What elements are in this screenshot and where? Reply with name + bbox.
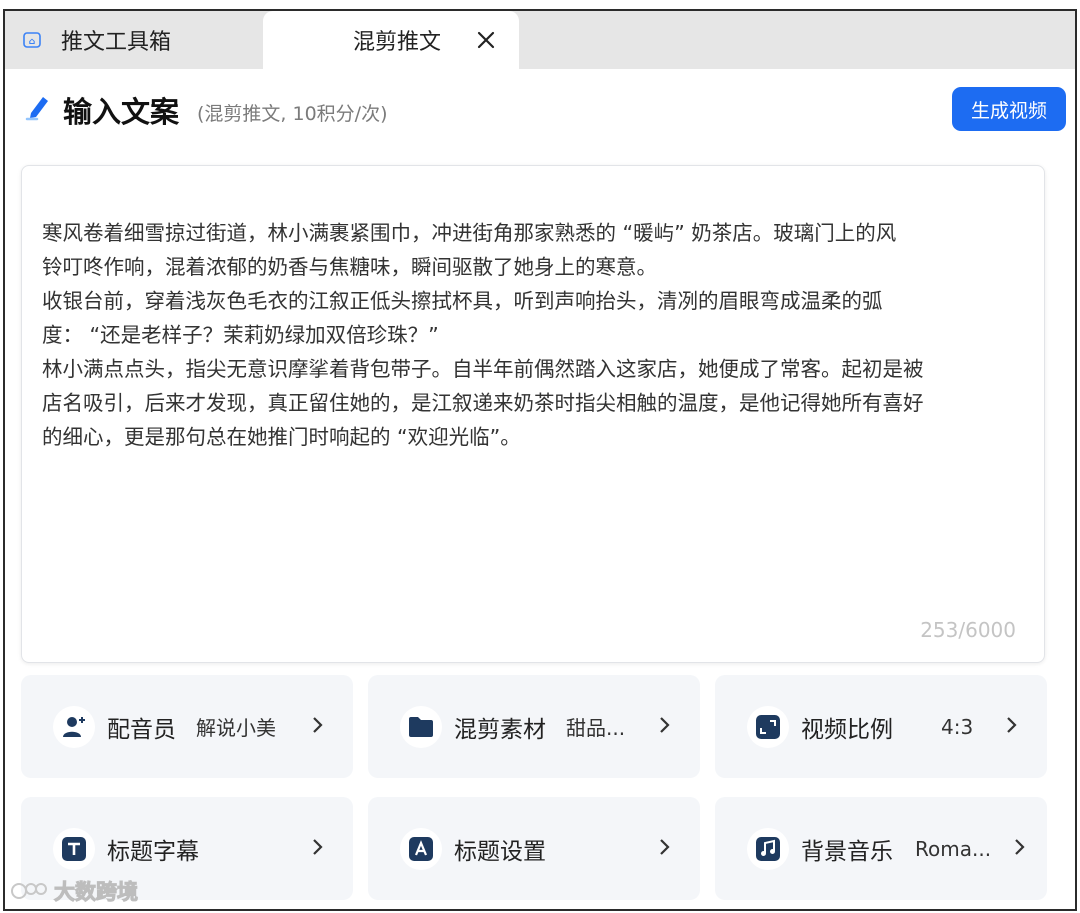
- setting-value: Roma...: [915, 836, 992, 861]
- title-settings-icon: [400, 827, 442, 870]
- char-counter: 253/6000: [920, 618, 1016, 642]
- header: 输入文案 (混剪推文, 10积分/次) 生成视频: [5, 69, 1075, 159]
- setting-value: 甜品...: [566, 716, 626, 740]
- setting-mix-material[interactable]: 混剪素材 甜品...: [368, 675, 700, 778]
- watermark-logo-icon: [11, 883, 47, 899]
- copy-text-content[interactable]: 寒风卷着细雪掠过街道，林小满裹紧围巾，冲进街角那家熟悉的 “暖屿” 奶茶店。玻璃…: [42, 216, 1032, 454]
- watermark-text: 大数跨境: [54, 880, 139, 905]
- chevron-right-icon: [311, 835, 325, 859]
- chevron-right-icon: [1013, 835, 1027, 859]
- setting-aspect-ratio[interactable]: 视频比例 4:3: [715, 675, 1047, 778]
- music-icon: [747, 827, 789, 870]
- folder-icon: [400, 705, 442, 748]
- subtitle-icon: [53, 827, 95, 870]
- page-subtitle: (混剪推文, 10积分/次): [197, 103, 388, 125]
- setting-label: 视频比例: [801, 716, 893, 743]
- watermark: 大数跨境: [10, 876, 139, 906]
- pencil-icon: [25, 93, 51, 121]
- tab-toolbox-label: 推文工具箱: [61, 30, 172, 55]
- tab-mix-push[interactable]: 混剪推文: [263, 11, 519, 69]
- voice-actor-icon: [53, 705, 95, 748]
- tool-icon: ⌂: [23, 31, 41, 49]
- tab-mix-push-label: 混剪推文: [352, 30, 441, 55]
- svg-text:⌂: ⌂: [29, 37, 36, 47]
- setting-label: 混剪素材: [454, 716, 546, 743]
- chevron-right-icon: [311, 713, 325, 737]
- chevron-right-icon: [1005, 713, 1019, 737]
- chevron-right-icon: [658, 835, 672, 859]
- setting-label: 标题字幕: [107, 838, 199, 865]
- setting-value: 解说小美: [196, 716, 276, 740]
- generate-video-button[interactable]: 生成视频: [952, 87, 1066, 131]
- page-title: 输入文案: [63, 95, 180, 129]
- setting-title-settings[interactable]: 标题设置: [368, 797, 700, 900]
- setting-voice-actor[interactable]: 配音员 解说小美: [21, 675, 353, 778]
- copy-text-editor[interactable]: 寒风卷着细雪掠过街道，林小满裹紧围巾，冲进街角那家熟悉的 “暖屿” 奶茶店。玻璃…: [21, 165, 1045, 663]
- setting-background-music[interactable]: 背景音乐 Roma...: [715, 797, 1047, 900]
- setting-label: 标题设置: [454, 838, 546, 865]
- close-icon[interactable]: [471, 25, 501, 55]
- tab-toolbox[interactable]: ⌂ 推文工具箱: [5, 11, 260, 69]
- app-window: ⌂ 推文工具箱 混剪推文 输入文案 (混剪推文, 10积分/次) 生成视频 寒风…: [3, 9, 1077, 911]
- setting-label: 配音员: [107, 716, 176, 743]
- setting-label: 背景音乐: [801, 838, 893, 865]
- tab-bar: ⌂ 推文工具箱 混剪推文: [5, 11, 1075, 69]
- chevron-right-icon: [658, 713, 672, 737]
- aspect-ratio-icon: [747, 705, 789, 748]
- setting-value: 4:3: [941, 714, 974, 739]
